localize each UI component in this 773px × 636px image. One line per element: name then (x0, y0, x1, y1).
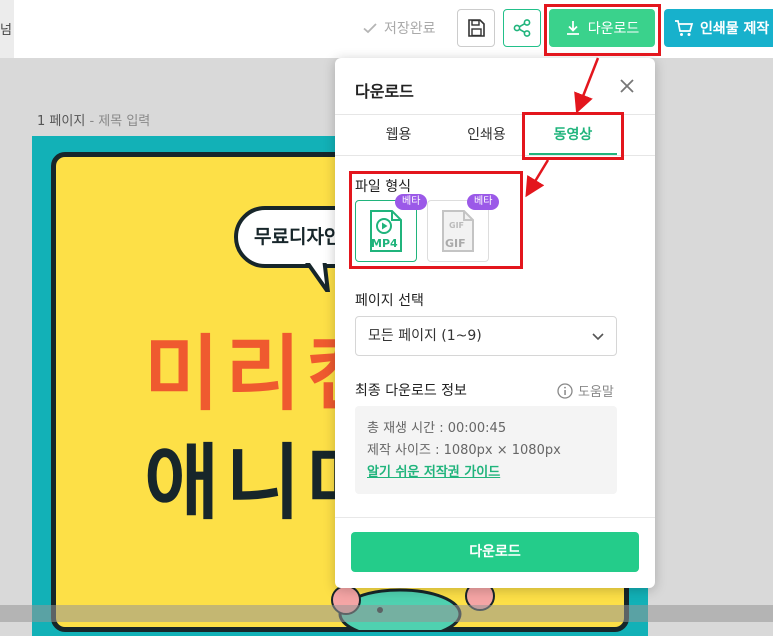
page-number: 1 페이지 (37, 114, 86, 129)
download-panel: 다운로드 웹용 인쇄용 동영상 파일 형식 MP4 베타 GIF GIF 베타 … (335, 58, 655, 588)
speech-bubble-tail (302, 258, 330, 292)
mp4-label: MP4 (371, 237, 398, 250)
close-icon[interactable] (618, 77, 636, 95)
cart-icon (675, 20, 694, 36)
size-text: 제작 사이즈 : 1080px × 1080px (367, 443, 561, 458)
download-button-top[interactable]: 다운로드 (549, 9, 655, 47)
share-icon (513, 19, 531, 37)
tab-web[interactable]: 웹용 (351, 115, 446, 155)
panel-title: 다운로드 (355, 82, 414, 101)
page-select-value: 모든 페이지 (1~9) (368, 328, 482, 344)
page-select-label: 페이지 선택 (355, 293, 424, 309)
help-link[interactable]: 도움말 (557, 381, 614, 400)
toolbar-left-text: 넘 (0, 23, 12, 38)
file-format-label: 파일 형식 (355, 179, 411, 195)
canvas-bottom-shade (0, 605, 773, 622)
copyright-guide-link[interactable]: 알기 쉬운 저작권 가이드 (367, 462, 605, 484)
gif-beta-badge: 베타 (467, 194, 500, 210)
download-button[interactable]: 다운로드 (351, 532, 639, 572)
save-status: 저장완료 (362, 18, 436, 38)
page-select-dropdown[interactable]: 모든 페이지 (1~9) (355, 316, 617, 356)
download-tabs: 웹용 인쇄용 동영상 (335, 114, 655, 156)
floppy-disk-icon (468, 19, 485, 37)
mp4-beta-badge: 베타 (395, 194, 428, 210)
download-top-label: 다운로드 (587, 21, 640, 37)
save-button[interactable] (457, 9, 495, 47)
download-info-box: 총 재생 시간 : 00:00:45 제작 사이즈 : 1080px × 108… (355, 406, 617, 494)
help-label: 도움말 (578, 385, 614, 400)
share-button[interactable] (503, 9, 541, 47)
svg-text:GIF: GIF (449, 221, 464, 230)
tab-video[interactable]: 동영상 (529, 115, 617, 155)
checkmark-icon (363, 23, 377, 34)
chevron-down-icon (592, 333, 604, 341)
active-tab-indicator (529, 153, 617, 155)
page-label[interactable]: 1 페이지 - 제목 입력 (37, 110, 150, 129)
print-order-label: 인쇄물 제작 (700, 21, 770, 37)
panel-divider (335, 517, 655, 518)
print-order-button[interactable]: 인쇄물 제작 (664, 9, 773, 47)
save-status-text: 저장완료 (384, 21, 436, 37)
page-title-placeholder[interactable]: - 제목 입력 (89, 114, 150, 129)
info-icon (557, 382, 573, 399)
play-time-text: 총 재생 시간 : 00:00:45 (367, 421, 507, 436)
download-icon (566, 21, 579, 35)
bubble-text: 무료디자인 (254, 226, 342, 248)
gif-file-icon: GIF GIF (442, 210, 474, 252)
tab-print[interactable]: 인쇄용 (439, 115, 534, 155)
gif-label: GIF (445, 237, 466, 250)
mp4-file-icon: MP4 (370, 210, 402, 252)
final-info-label: 최종 다운로드 정보 (355, 383, 467, 399)
